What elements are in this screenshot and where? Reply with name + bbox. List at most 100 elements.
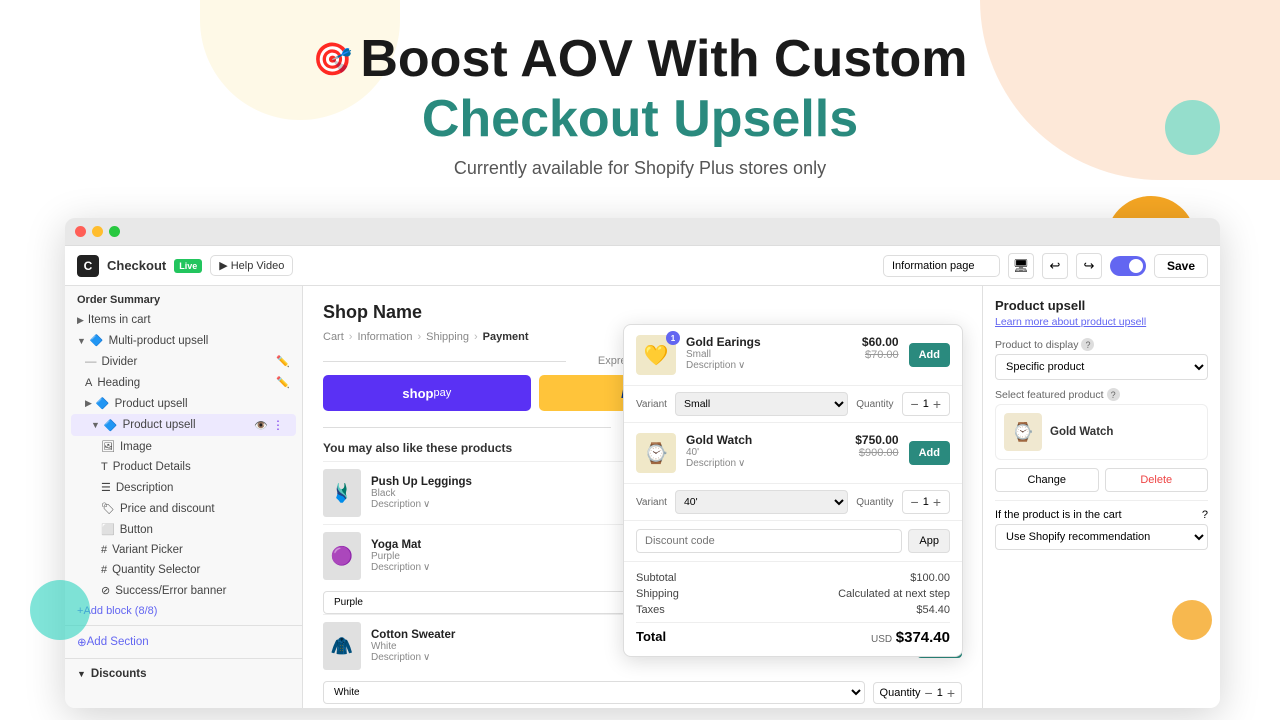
- sidebar-item-product-details[interactable]: T Product Details: [65, 457, 302, 477]
- sidebar-item-product-upsell-parent[interactable]: ▶ 🔷 Product upsell: [65, 393, 302, 414]
- redo-btn[interactable]: ↪: [1076, 253, 1102, 279]
- popup-item-desc-earings: Description ∨: [686, 360, 852, 371]
- sidebar-item-product-upsell-active[interactable]: ▼ 🔷 Product upsell 👁️ ⋮: [71, 414, 296, 436]
- info-icon-2: ?: [1107, 388, 1120, 401]
- popup-subtotal-value: $100.00: [910, 572, 950, 584]
- sidebar-section-title: Order Summary: [65, 286, 302, 310]
- popup-item-watch: ⌚ Gold Watch 40' Description ∨ $750.00 $…: [624, 423, 962, 484]
- panel-learn-more-link[interactable]: Learn more about product upsell: [995, 316, 1208, 328]
- breadcrumb-shipping[interactable]: Shipping: [426, 331, 469, 343]
- app-main: Order Summary ▶ Items in cart ▼ 🔷 Multi-…: [65, 286, 1220, 708]
- upsell-img-1: 🩱: [323, 469, 361, 517]
- close-window-btn[interactable]: [75, 226, 86, 237]
- change-product-button[interactable]: Change: [995, 468, 1099, 492]
- sidebar: Order Summary ▶ Items in cart ▼ 🔷 Multi-…: [65, 286, 303, 708]
- sidebar-item-discounts[interactable]: ▼ Discounts: [65, 663, 302, 685]
- popup-variant-select-watch[interactable]: 40': [675, 490, 848, 514]
- deco-teal-circle2: [30, 580, 90, 640]
- popup-item-variant-watch: 40': [686, 447, 845, 458]
- qty-value-3: 1: [937, 687, 943, 699]
- popup-item-name-earings: Gold Earings: [686, 335, 852, 349]
- popup-taxes-value: $54.40: [916, 604, 950, 616]
- shopify-pay-button[interactable]: shoppay: [323, 375, 531, 411]
- undo-btn[interactable]: ↩: [1042, 253, 1068, 279]
- sidebar-item-description[interactable]: ☰ Description: [65, 477, 302, 498]
- popup-item-prices-watch: $750.00 $900.00: [855, 433, 898, 459]
- sidebar-item-success-error[interactable]: ⊘ Success/Error banner: [65, 580, 302, 601]
- discount-code-input[interactable]: [636, 529, 902, 553]
- apply-discount-button[interactable]: App: [908, 529, 950, 553]
- popup-qty-increase-watch[interactable]: +: [933, 494, 941, 510]
- popup-subtotal-label: Subtotal: [636, 572, 676, 584]
- popup-variant-label-earings: Variant: [636, 399, 667, 410]
- panel-action-buttons: Change Delete: [995, 468, 1208, 492]
- product-to-display-label: Product to display ?: [995, 338, 1208, 351]
- popup-qty-value-earings: 1: [923, 398, 929, 410]
- popup-total-currency: USD: [871, 634, 892, 645]
- popup-shipping-row: Shipping Calculated at next step: [636, 588, 950, 600]
- delete-product-button[interactable]: Delete: [1105, 468, 1209, 492]
- popup-price-new-earings: $60.00: [862, 335, 899, 349]
- info-icon-1: ?: [1081, 338, 1094, 351]
- sidebar-item-divider[interactable]: — Divider ✏️: [65, 351, 302, 372]
- qty-decrease-3[interactable]: −: [925, 685, 933, 701]
- sidebar-item-quantity-selector[interactable]: # Quantity Selector: [65, 560, 302, 580]
- popup-add-earings-button[interactable]: Add: [909, 343, 950, 367]
- shop-name: Shop Name: [323, 302, 962, 323]
- qty-increase-3[interactable]: +: [947, 685, 955, 701]
- variant-qty-row-3: White Quantity − 1 +: [323, 681, 962, 704]
- sidebar-item-variant-picker[interactable]: # Variant Picker: [65, 540, 302, 560]
- popup-price-old-watch: $900.00: [855, 447, 898, 459]
- qty-ctrl-3: Quantity − 1 +: [873, 682, 962, 704]
- toggle-switch[interactable]: [1110, 256, 1146, 276]
- variant-select-3[interactable]: White: [323, 681, 865, 704]
- popup-add-watch-button[interactable]: Add: [909, 441, 950, 465]
- popup-shipping-label: Shipping: [636, 588, 679, 600]
- popup-variant-row-earings: Variant Small Quantity − 1 +: [624, 386, 962, 423]
- popup-item-name-watch: Gold Watch: [686, 433, 845, 447]
- maximize-window-btn[interactable]: [109, 226, 120, 237]
- sidebar-divider2: [65, 658, 302, 659]
- in-cart-row: If the product is in the cart ?: [995, 509, 1208, 521]
- page-select[interactable]: Information page: [883, 255, 1000, 277]
- sidebar-item-items-in-cart[interactable]: ▶ Items in cart: [65, 310, 302, 330]
- in-cart-select[interactable]: Use Shopify recommendation: [995, 524, 1208, 550]
- sidebar-divider: [65, 625, 302, 626]
- popup-total-amount: USD $374.40: [871, 629, 950, 646]
- upsell-img-3: 🧥: [323, 622, 361, 670]
- sidebar-item-price-discount[interactable]: 🏷 Price and discount: [65, 498, 302, 519]
- breadcrumb-payment[interactable]: Payment: [483, 331, 529, 343]
- popup-item-variant-earings: Small: [686, 349, 852, 360]
- product-to-display-select[interactable]: Specific product: [995, 354, 1208, 380]
- popup-qty-decrease-earings[interactable]: −: [911, 396, 919, 412]
- help-video-button[interactable]: ▶ Help Video: [210, 255, 293, 276]
- popup-item-desc-watch: Description ∨: [686, 458, 845, 469]
- popup-qty-increase-earings[interactable]: +: [933, 396, 941, 412]
- browser-window: C Checkout Live ▶ Help Video Information…: [65, 218, 1220, 708]
- popup-summary: Subtotal $100.00 Shipping Calculated at …: [624, 562, 962, 656]
- sidebar-item-image[interactable]: 🖼 Image: [65, 436, 302, 457]
- breadcrumb-information[interactable]: Information: [357, 331, 412, 343]
- product-preview: ⌚ Gold Watch: [995, 404, 1208, 460]
- play-icon: ▶: [219, 259, 227, 272]
- add-section-button[interactable]: ⊕ Add Section: [65, 630, 302, 654]
- popup-taxes-label: Taxes: [636, 604, 665, 616]
- panel-title: Product upsell: [995, 298, 1208, 313]
- popup-item-info-watch: Gold Watch 40' Description ∨: [686, 433, 845, 469]
- sidebar-item-multi-product-upsell[interactable]: ▼ 🔷 Multi-product upsell: [65, 330, 302, 351]
- breadcrumb-cart[interactable]: Cart: [323, 331, 344, 343]
- sidebar-item-heading[interactable]: A Heading ✏️: [65, 372, 302, 393]
- add-block-button[interactable]: + Add block (8/8): [65, 601, 302, 621]
- product-popup: 💛 1 Gold Earings Small Description ∨ $60…: [623, 324, 963, 657]
- minimize-window-btn[interactable]: [92, 226, 103, 237]
- in-cart-label: If the product is in the cart: [995, 509, 1122, 521]
- desktop-icon-btn[interactable]: 🖥: [1008, 253, 1034, 279]
- sidebar-item-button[interactable]: ⬜ Button: [65, 519, 302, 540]
- popup-variant-select-earings[interactable]: Small: [675, 392, 848, 416]
- popup-subtotal-row: Subtotal $100.00: [636, 572, 950, 584]
- browser-titlebar: [65, 218, 1220, 246]
- popup-qty-decrease-watch[interactable]: −: [911, 494, 919, 510]
- checkout-area: Shop Name Cart › Information › Shipping …: [303, 286, 982, 708]
- hero-title-line2: Checkout Upsells: [422, 88, 858, 150]
- save-button[interactable]: Save: [1154, 254, 1208, 278]
